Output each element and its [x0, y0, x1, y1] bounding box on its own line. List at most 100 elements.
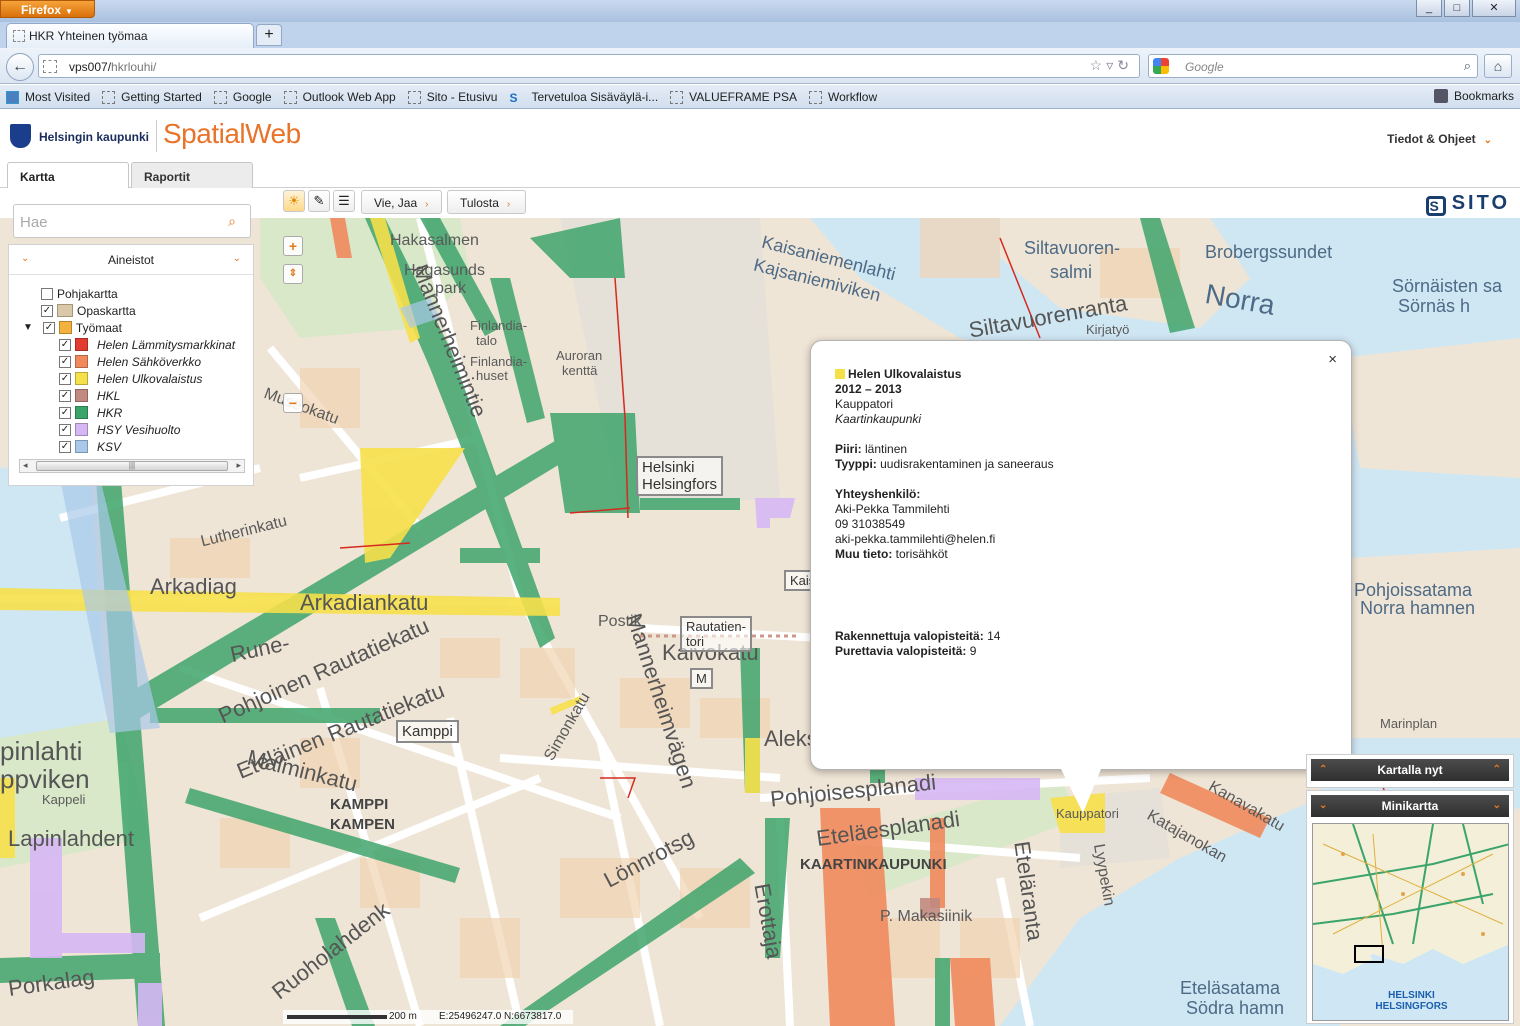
sun-tool-button[interactable]: ☀	[283, 190, 305, 212]
new-tab-button[interactable]: +	[256, 24, 282, 46]
bookmark-item[interactable]: VALUEFRAME PSA	[670, 90, 797, 104]
zoom-out-button[interactable]: −	[283, 393, 303, 413]
popup-built: Rakennettuja valopisteitä: 14	[835, 629, 1000, 643]
layer-label: HKL	[97, 388, 121, 403]
scroll-left-icon[interactable]: ◂	[23, 460, 28, 471]
layer-item-hkr[interactable]: ✓ HKR	[59, 404, 122, 421]
layer-checkbox[interactable]: ✓	[59, 406, 71, 419]
layer-color-swatch	[835, 369, 845, 379]
on-map-now-header[interactable]: ⌃ Kartalla nyt ⌃	[1311, 759, 1509, 781]
chevron-down-icon[interactable]: ⌄	[1319, 795, 1327, 817]
url-bar[interactable]: vps007/hkrlouhi/ ☆▿↻	[38, 54, 1140, 78]
metro-icon: M	[690, 668, 713, 689]
folder-icon	[58, 321, 72, 334]
bookmark-item[interactable]: Getting Started	[102, 90, 202, 104]
zoom-in-button[interactable]: +	[283, 236, 303, 256]
home-button[interactable]: ⌂	[1484, 54, 1512, 78]
chevron-up-icon[interactable]: ⌃	[1319, 759, 1327, 781]
chevron-down-icon[interactable]: ⌄	[21, 253, 29, 264]
popup-tyyppi: Tyyppi: uudisrakentaminen ja saneeraus	[835, 457, 1054, 471]
layer-checkbox[interactable]: ✓	[42, 321, 55, 334]
print-button[interactable]: Tulosta ›	[447, 190, 526, 214]
close-icon[interactable]: ×	[1328, 351, 1337, 368]
search-icon[interactable]: ⌕	[228, 213, 236, 230]
bookmark-item[interactable]: Workflow	[808, 90, 877, 104]
popup-title-text: Helen Ulkovalaistus	[848, 367, 962, 381]
search-bar[interactable]: Google ⌕	[1148, 54, 1478, 78]
page-icon	[283, 90, 297, 104]
help-menu[interactable]: Tiedot & Ohjeet ⌄	[1387, 132, 1492, 146]
popup-contact-email[interactable]: aki-pekka.tammilehti@helen.fi	[835, 532, 995, 546]
dropdown-icon[interactable]: ▿	[1106, 57, 1117, 73]
layer-label: Helen Sähköverkko	[97, 354, 202, 369]
close-window-button[interactable]: ✕	[1472, 0, 1516, 17]
minimap-view[interactable]: HELSINKI HELSINGFORS	[1312, 823, 1509, 1021]
chevron-down-icon: ▼	[65, 7, 73, 16]
collapse-triangle-icon[interactable]: ▼	[23, 322, 33, 333]
place-search-input[interactable]: Hae ⌕	[13, 204, 251, 238]
scroll-right-icon[interactable]: ▸	[236, 460, 241, 471]
layer-item-helen-sahko[interactable]: ✓ Helen Sähköverkko	[59, 353, 201, 370]
layer-checkbox[interactable]	[41, 287, 53, 300]
bookmark-item[interactable]: S Tervetuloa Sisäväylä-i...	[509, 90, 658, 105]
bookmarks-list: Most Visited Getting Started Google Outl…	[0, 85, 1520, 109]
pencil-icon: ✎	[313, 193, 325, 208]
layer-checkbox[interactable]: ✓	[59, 355, 71, 368]
layer-item-ksv[interactable]: ✓ KSV	[59, 438, 121, 455]
popup-district: Kaartinkaupunki	[835, 412, 921, 426]
star-icon[interactable]: ☆	[1090, 57, 1107, 73]
google-icon[interactable]	[1153, 58, 1169, 74]
bookmark-item[interactable]: Most Visited	[6, 90, 90, 104]
chevron-up-icon[interactable]: ⌃	[1493, 759, 1501, 781]
layer-panel-header[interactable]: ⌄ Aineistot ⌄	[9, 245, 253, 275]
browser-tab[interactable]: HKR Yhteinen työmaa	[6, 23, 254, 48]
chevron-down-icon[interactable]: ⌄	[233, 253, 241, 264]
legend-tool-button[interactable]: ☰	[333, 190, 355, 212]
tab-kartta[interactable]: Kartta	[7, 162, 129, 189]
layer-item-helen-lammitys[interactable]: ✓ Helen Lämmitysmarkkinat	[59, 336, 235, 353]
layer-color-swatch	[75, 406, 88, 419]
layer-checkbox[interactable]: ✓	[59, 423, 71, 436]
bookmark-item[interactable]: Google	[213, 90, 272, 104]
layer-item-tyomaat[interactable]: ▼ ✓ Työmaat	[23, 319, 122, 336]
layer-item-pohjakartta[interactable]: Pohjakartta	[41, 285, 118, 302]
site-identity-icon[interactable]	[43, 60, 57, 73]
chevron-down-icon[interactable]: ⌄	[1493, 795, 1501, 817]
popup-other: Muu tieto: torisähköt	[835, 547, 948, 561]
tab-raportit[interactable]: Raportit	[131, 162, 253, 188]
minimize-button[interactable]: _	[1416, 0, 1442, 17]
layer-item-opaskartta[interactable]: ✓ Opaskartta	[41, 302, 136, 319]
draw-tool-button[interactable]: ✎	[308, 190, 330, 212]
minimap-header[interactable]: ⌄ Minikartta ⌄	[1311, 795, 1509, 817]
reload-icon[interactable]: ↻	[1117, 57, 1133, 73]
layer-checkbox[interactable]: ✓	[59, 389, 71, 402]
bookmark-item[interactable]: Sito - Etusivu	[407, 90, 497, 104]
horizontal-scrollbar[interactable]: ◂ ||| ▸	[19, 459, 245, 473]
layer-item-hkl[interactable]: ✓ HKL	[59, 387, 120, 404]
on-map-now-panel: ⌃ Kartalla nyt ⌃	[1306, 754, 1514, 788]
bookmarks-menu[interactable]: Bookmarks	[1433, 89, 1514, 103]
layer-checkbox[interactable]: ✓	[59, 372, 71, 385]
map-label: Sörnäs h	[1398, 296, 1471, 316]
popup-contact-name: Aki-Pekka Tammilehti	[835, 502, 950, 516]
layer-checkbox[interactable]: ✓	[59, 440, 71, 453]
back-button[interactable]: ←	[6, 53, 34, 81]
layer-color-swatch	[75, 338, 88, 351]
url-path: hkrlouhi/	[111, 60, 157, 74]
search-icon[interactable]: ⌕	[1464, 58, 1471, 74]
bookmark-item[interactable]: Outlook Web App	[283, 90, 396, 104]
layer-item-hsy[interactable]: ✓ HSY Vesihuolto	[59, 421, 180, 438]
scrollbar-thumb[interactable]: |||	[36, 461, 228, 471]
feature-info-popup: × Helen Ulkovalaistus 2012 – 2013 Kauppa…	[810, 340, 1352, 813]
zoom-slider-handle[interactable]: ⇕	[283, 264, 303, 284]
firefox-menu-button[interactable]: Firefox ▼	[0, 0, 95, 18]
back-arrow-icon: ←	[12, 58, 28, 75]
layer-item-helen-ulkovalaistus[interactable]: ✓ Helen Ulkovalaistus	[59, 370, 202, 387]
layer-checkbox[interactable]: ✓	[59, 338, 71, 351]
popup-field-label: Tyyppi:	[835, 457, 877, 471]
map-label: Postik	[598, 613, 642, 630]
layer-checkbox[interactable]: ✓	[41, 304, 53, 317]
maximize-button[interactable]: □	[1444, 0, 1470, 17]
share-button[interactable]: Vie, Jaa ›	[361, 190, 442, 214]
map-label: Kirjatyö	[1086, 322, 1130, 337]
